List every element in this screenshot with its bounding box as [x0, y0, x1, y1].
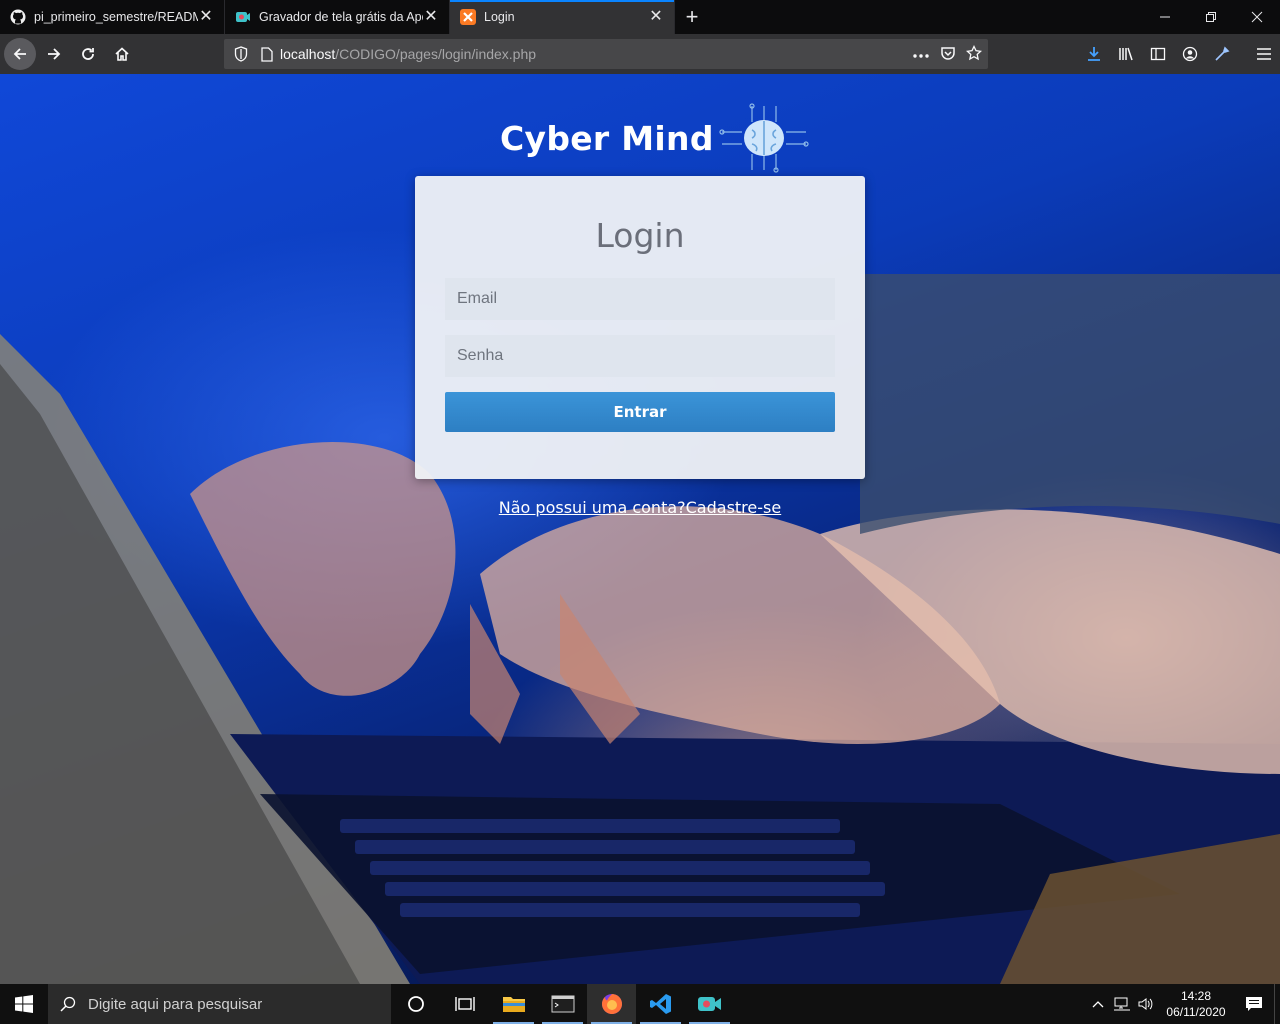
terminal-icon	[551, 995, 574, 1013]
clock-date: 06/11/2020	[1166, 1005, 1226, 1019]
screen-recorder-button[interactable]	[685, 984, 734, 1024]
tab-title: Login	[484, 10, 515, 24]
firefox-button[interactable]	[587, 984, 636, 1024]
tab-recorder[interactable]: Gravador de tela grátis da Apow ✕	[225, 0, 450, 34]
login-title: Login	[595, 216, 685, 255]
navigation-toolbar: localhost/CODIGO/pages/login/index.php	[0, 34, 1280, 74]
url-path: /CODIGO/pages/login/index.php	[335, 46, 537, 62]
toolbar-icons	[1078, 38, 1280, 70]
cortana-icon	[407, 996, 424, 1012]
close-tab-icon[interactable]: ✕	[423, 9, 439, 25]
home-icon	[115, 47, 129, 61]
system-tray: 14:28 06/11/2020	[1086, 984, 1280, 1024]
volume-icon[interactable]	[1134, 996, 1158, 1012]
search-placeholder: Digite aqui para pesquisar	[88, 995, 263, 1013]
toolbar-separator	[1238, 38, 1248, 70]
browser-tab-strip: pi_primeiro_semestre/README. ✕ Gravador …	[0, 0, 1280, 34]
terminal-button[interactable]	[538, 984, 587, 1024]
vscode-button[interactable]	[636, 984, 685, 1024]
recorder-icon	[235, 9, 251, 25]
vscode-icon	[649, 994, 671, 1014]
github-icon	[10, 9, 26, 25]
xampp-icon	[460, 9, 476, 25]
close-window-icon[interactable]	[1234, 0, 1280, 34]
network-icon[interactable]	[1110, 996, 1134, 1012]
minimize-icon[interactable]	[1142, 0, 1188, 34]
windows-logo-icon	[15, 995, 33, 1013]
login-card: Login Entrar	[415, 176, 865, 479]
arrow-right-icon	[48, 48, 61, 60]
brand-name: Cyber Mind	[500, 118, 714, 158]
pocket-icon[interactable]	[940, 45, 956, 64]
tab-readme[interactable]: pi_primeiro_semestre/README. ✕	[0, 0, 225, 34]
tab-login[interactable]: Login ✕	[450, 0, 675, 34]
chevron-up-icon[interactable]	[1086, 1000, 1110, 1008]
page-content: Cyber Mind Login Entrar Não possui uma c…	[0, 74, 1280, 984]
url-host: localhost	[280, 46, 336, 62]
signup-link[interactable]: Não possui uma conta?Cadastre-se	[0, 498, 1280, 517]
close-tab-icon[interactable]: ✕	[198, 9, 214, 25]
reload-button[interactable]	[72, 38, 104, 70]
downloads-icon[interactable]	[1078, 38, 1110, 70]
reload-icon	[82, 48, 94, 60]
library-icon[interactable]	[1110, 38, 1142, 70]
login-submit-button[interactable]: Entrar	[445, 392, 835, 432]
folder-icon	[502, 997, 525, 1012]
task-view-button[interactable]	[440, 984, 489, 1024]
arrow-left-icon	[13, 48, 26, 60]
url-bar[interactable]: localhost/CODIGO/pages/login/index.php	[224, 39, 988, 69]
sidebar-icon[interactable]	[1142, 38, 1174, 70]
color-picker-icon[interactable]	[1206, 38, 1238, 70]
show-desktop-button[interactable]	[1274, 984, 1280, 1024]
tab-title: pi_primeiro_semestre/README.	[34, 10, 198, 24]
cortana-button[interactable]	[391, 984, 440, 1024]
home-button[interactable]	[106, 38, 138, 70]
system-clock[interactable]: 14:28 06/11/2020	[1158, 988, 1234, 1020]
signup-link-text[interactable]: Não possui uma conta?Cadastre-se	[499, 498, 781, 517]
window-controls	[1142, 0, 1280, 34]
bookmark-star-icon[interactable]	[965, 44, 983, 64]
notification-center-icon[interactable]	[1234, 996, 1274, 1012]
forward-button[interactable]	[38, 38, 70, 70]
tab-title: Gravador de tela grátis da Apow	[259, 10, 423, 24]
new-tab-button[interactable]: +	[675, 0, 709, 34]
clock-time: 14:28	[1180, 989, 1212, 1003]
email-field[interactable]	[445, 278, 835, 320]
page-actions-icon[interactable]	[912, 46, 930, 62]
recorder-icon	[697, 997, 721, 1011]
back-button[interactable]	[4, 38, 36, 70]
password-field[interactable]	[445, 335, 835, 377]
taskbar-search[interactable]: Digite aqui para pesquisar	[48, 984, 391, 1024]
restore-icon[interactable]	[1188, 0, 1234, 34]
brain-circuit-icon	[719, 103, 809, 173]
search-icon	[48, 996, 88, 1012]
task-view-icon	[454, 997, 475, 1011]
close-tab-icon[interactable]: ✕	[648, 9, 664, 25]
windows-taskbar: Digite aqui para pesquisar 14:28 06/11/2…	[0, 984, 1280, 1024]
file-explorer-button[interactable]	[489, 984, 538, 1024]
account-icon[interactable]	[1174, 38, 1206, 70]
menu-icon[interactable]	[1248, 38, 1280, 70]
page-info-icon[interactable]	[254, 46, 280, 62]
tracking-protection-icon[interactable]	[228, 46, 254, 62]
firefox-icon	[601, 994, 622, 1014]
brand-logo: Cyber Mind	[500, 102, 810, 174]
start-button[interactable]	[0, 984, 48, 1024]
